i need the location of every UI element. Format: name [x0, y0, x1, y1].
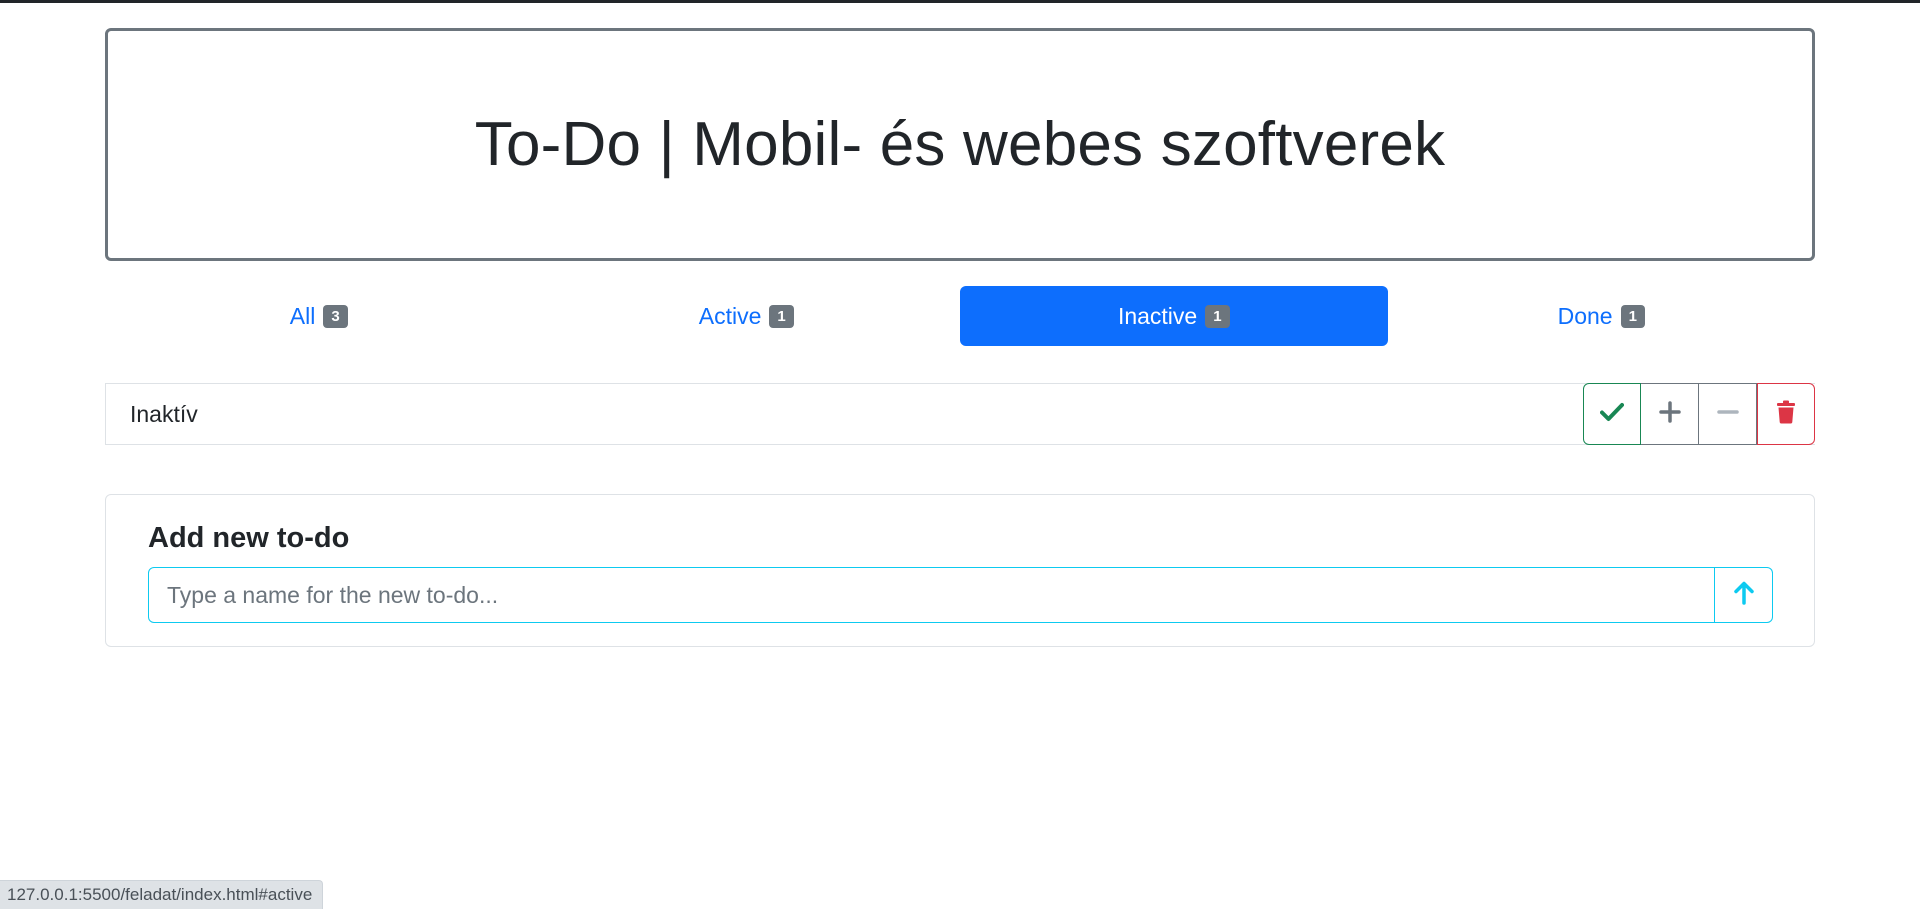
- tab-done[interactable]: Done 1: [1388, 286, 1816, 346]
- tab-done-label: Done: [1557, 302, 1613, 329]
- mark-active-button[interactable]: [1641, 383, 1699, 445]
- arrow-up-icon: [1733, 581, 1755, 610]
- delete-button[interactable]: [1757, 383, 1815, 445]
- tab-all-count-badge: 3: [323, 304, 348, 328]
- page-header: To-Do | Mobil- és webes szoftverek: [105, 28, 1815, 261]
- new-todo-input[interactable]: [148, 567, 1715, 623]
- tab-done-count-badge: 1: [1620, 304, 1645, 328]
- tab-active[interactable]: Active 1: [533, 286, 961, 346]
- add-todo-heading: Add new to-do: [148, 522, 350, 554]
- window-top-border: [0, 0, 1920, 3]
- tab-inactive-count-badge: 1: [1205, 304, 1230, 328]
- trash-icon: [1776, 400, 1796, 429]
- status-url: 127.0.0.1:5500/feladat/index.html#active: [7, 885, 313, 904]
- minus-icon: [1716, 401, 1739, 428]
- check-icon: [1600, 402, 1624, 427]
- plus-icon: [1658, 400, 1681, 428]
- filter-tabs: All 3 Active 1 Inactive 1 Done 1: [105, 286, 1815, 346]
- main-container: To-Do | Mobil- és webes szoftverek All 3…: [105, 28, 1815, 647]
- page-title: To-Do | Mobil- és webes szoftverek: [474, 110, 1446, 179]
- tab-all-label: All: [289, 302, 316, 329]
- tab-inactive-label: Inactive: [1117, 302, 1198, 329]
- mark-done-button[interactable]: [1583, 383, 1641, 445]
- add-todo-submit-button[interactable]: [1715, 567, 1773, 623]
- todo-item-name: Inaktív: [130, 400, 198, 427]
- add-todo-input-group: [148, 567, 1773, 623]
- mark-inactive-button[interactable]: [1699, 383, 1757, 445]
- tab-active-label: Active: [698, 302, 762, 329]
- browser-status-bar: 127.0.0.1:5500/feladat/index.html#active: [0, 880, 324, 909]
- tab-all[interactable]: All 3: [105, 286, 533, 346]
- todo-item: Inaktív: [105, 383, 1815, 445]
- add-todo-card: Add new to-do: [105, 494, 1815, 647]
- tab-active-count-badge: 1: [769, 304, 794, 328]
- tab-inactive[interactable]: Inactive 1: [960, 286, 1388, 346]
